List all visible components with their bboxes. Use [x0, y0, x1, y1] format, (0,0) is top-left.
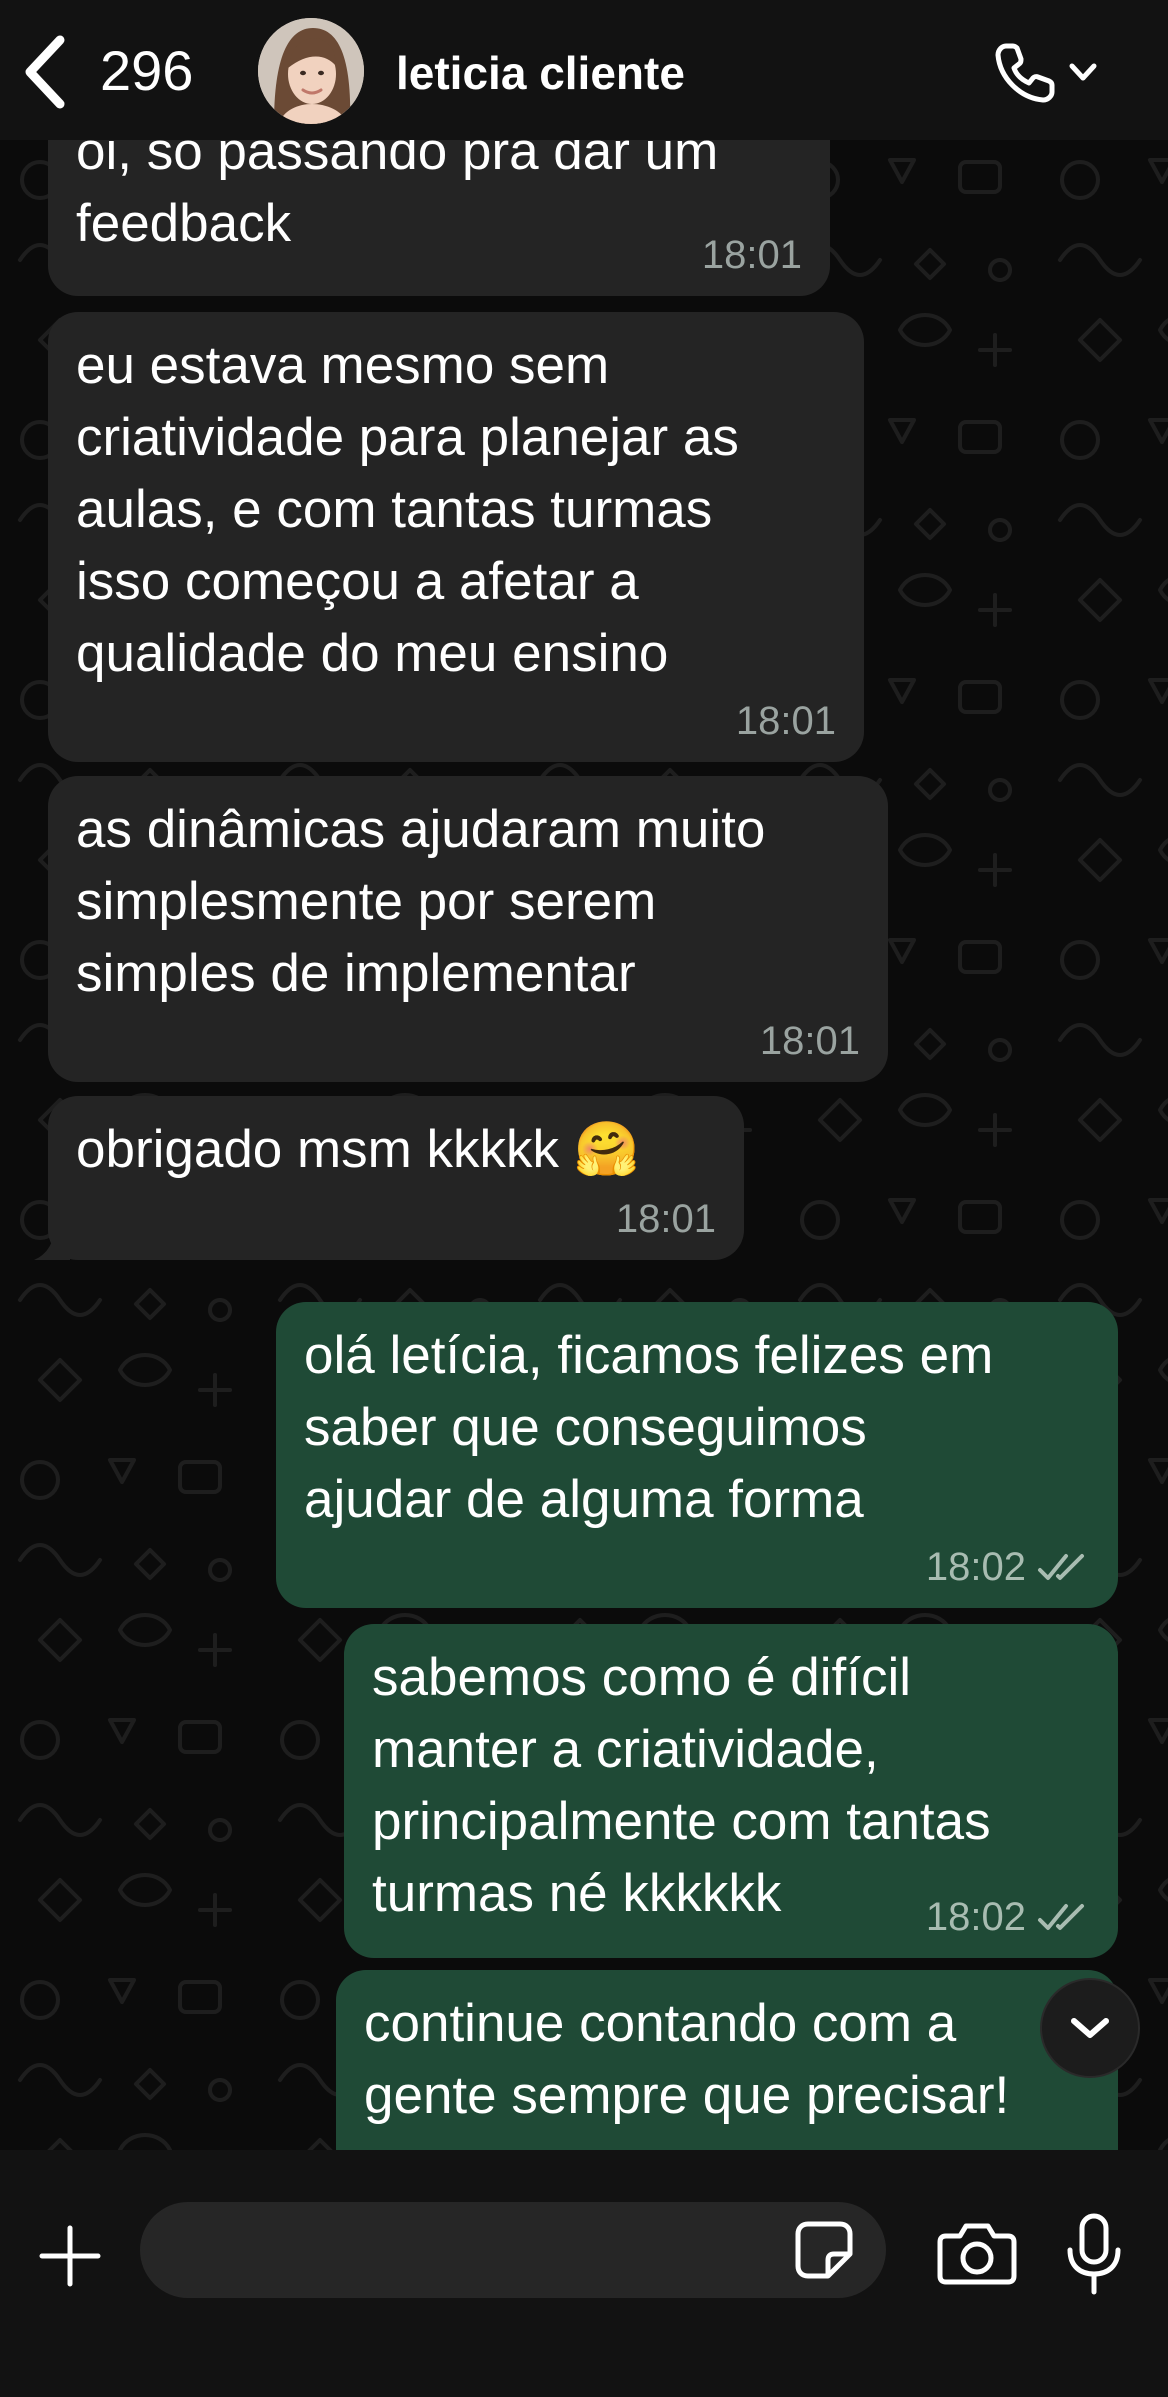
message-text: eu estava mesmo sem criatividade para pl…: [76, 336, 739, 683]
chevron-down-icon: [1069, 63, 1097, 81]
message-outgoing[interactable]: olá letícia, ficamos felizes em saber qu…: [276, 1302, 1118, 1608]
chevron-down-icon: [1071, 2018, 1109, 2038]
message-meta: 18:02: [926, 1545, 1090, 1590]
chat-screen: 296 leticia cliente oi, só passando pra …: [0, 0, 1168, 2397]
message-meta: 18:01: [736, 699, 836, 744]
message-text: obrigado msm kkkkk 🤗: [76, 1120, 640, 1179]
message-meta: 18:01: [702, 233, 802, 278]
message-time: 18:02: [925, 1895, 1026, 1939]
message-time: 18:01: [735, 699, 836, 743]
message-list[interactable]: oi, só passando pra dar um feedback 18:0…: [0, 140, 1168, 2150]
message-time: 18:02: [925, 1545, 1026, 1589]
chat-header: 296 leticia cliente: [0, 0, 1168, 140]
message-outgoing[interactable]: sabemos como é difícil manter a criativi…: [344, 1624, 1118, 1958]
back-button[interactable]: [22, 34, 72, 110]
scroll-to-bottom-button[interactable]: [1042, 1980, 1138, 2076]
message-meta: 18:01: [616, 1197, 716, 1242]
message-meta: 18:01: [760, 1019, 860, 1064]
message-incoming[interactable]: as dinâmicas ajudaram muito simplesmente…: [48, 776, 888, 1082]
plus-icon: [39, 2225, 101, 2287]
message-text: as dinâmicas ajudaram muito simplesmente…: [76, 800, 766, 1003]
message-outgoing[interactable]: continue contando com a gente sempre que…: [336, 1970, 1118, 2150]
chevron-left-icon: [25, 35, 65, 109]
double-check-icon: [1038, 1903, 1084, 1930]
microphone-button[interactable]: [1064, 2212, 1124, 2296]
message-incoming[interactable]: oi, só passando pra dar um feedback 18:0…: [48, 140, 830, 296]
bubble-tail: [34, 1224, 70, 1260]
call-button[interactable]: [990, 38, 1100, 108]
attach-button[interactable]: [36, 2222, 104, 2290]
microphone-icon: [1067, 2213, 1121, 2295]
message-time: 18:01: [701, 233, 802, 277]
camera-button[interactable]: [936, 2220, 1018, 2286]
message-incoming[interactable]: obrigado msm kkkkk 🤗 18:01: [48, 1096, 744, 1260]
message-meta: 18:02: [926, 1895, 1090, 1940]
message-incoming[interactable]: eu estava mesmo sem criatividade para pl…: [48, 312, 864, 762]
composer-bar: [0, 2150, 1168, 2397]
double-check-icon: [1038, 1553, 1084, 1580]
message-text: continue contando com a gente sempre que…: [364, 1994, 1010, 2125]
phone-icon: [995, 43, 1055, 103]
camera-icon: [937, 2223, 1017, 2285]
message-text: sabemos como é difícil manter a criativi…: [372, 1648, 991, 1923]
sticker-icon: [795, 2221, 853, 2279]
sticker-button[interactable]: [790, 2216, 858, 2284]
avatar-image: [258, 18, 364, 124]
message-time: 18:01: [759, 1019, 860, 1063]
message-time: 18:01: [615, 1197, 716, 1241]
message-text: oi, só passando pra dar um feedback: [76, 140, 719, 253]
unread-count[interactable]: 296: [100, 38, 193, 103]
avatar[interactable]: [258, 18, 364, 124]
message-input[interactable]: [140, 2202, 886, 2298]
contact-name[interactable]: leticia cliente: [396, 46, 685, 100]
message-text: olá letícia, ficamos felizes em saber qu…: [304, 1326, 994, 1529]
